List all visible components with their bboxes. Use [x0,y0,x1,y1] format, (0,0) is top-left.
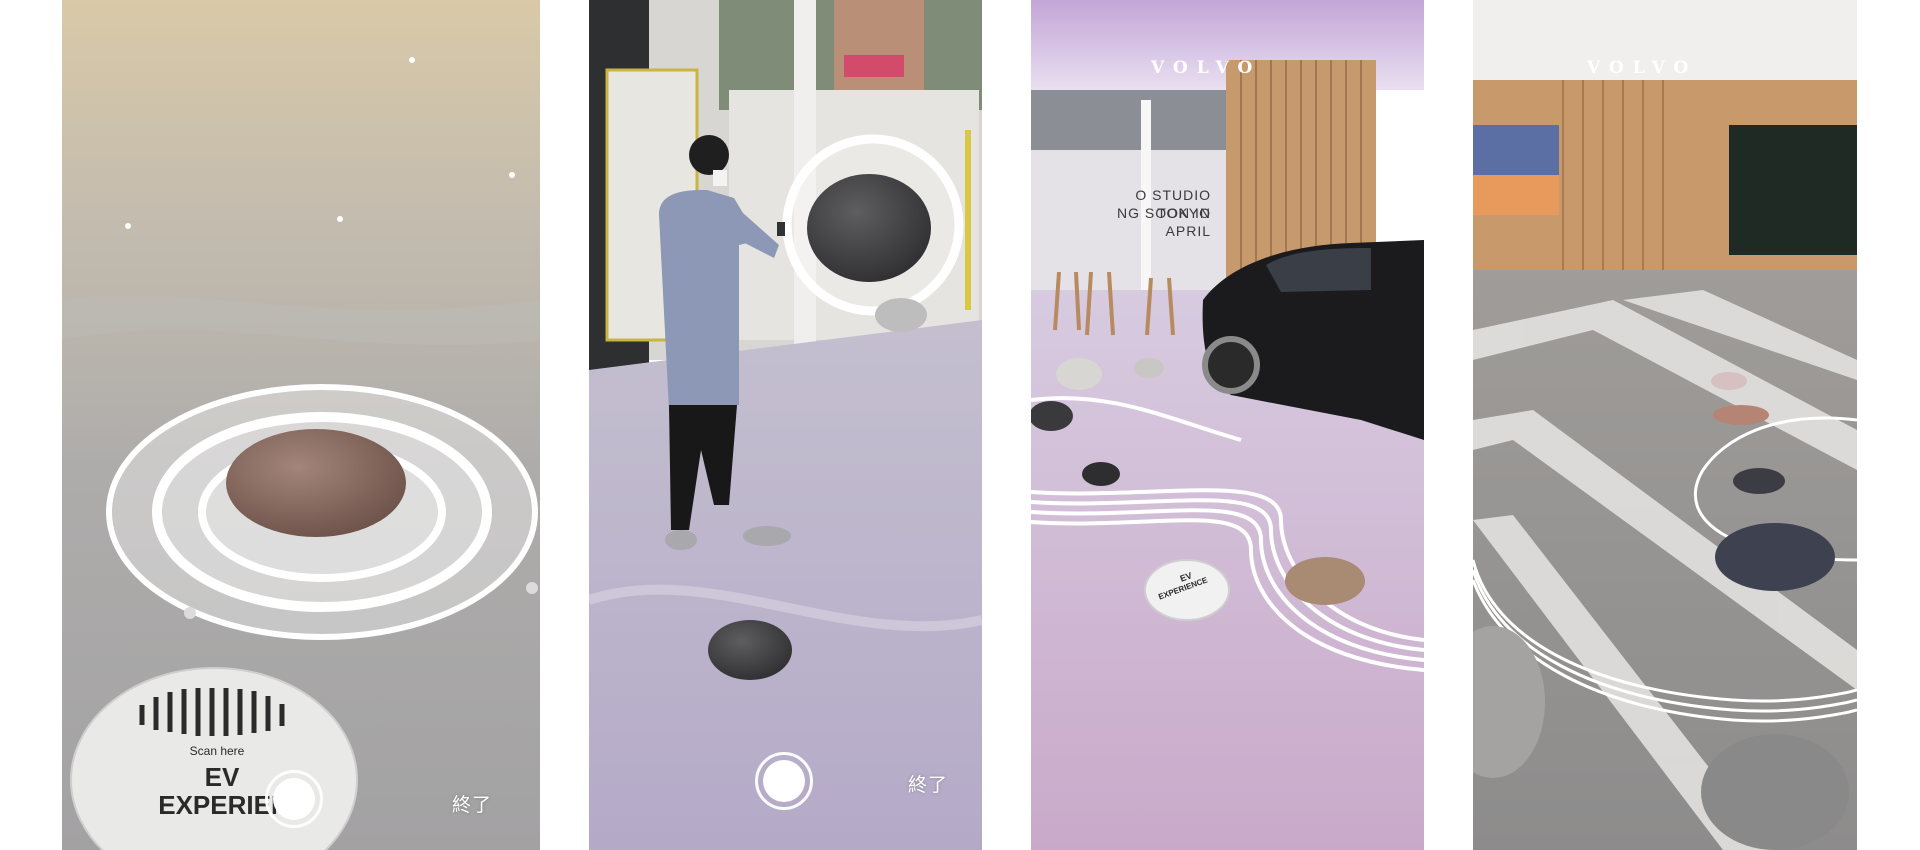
ar-stone [1082,462,1120,486]
ar-scene-3 [1031,0,1424,850]
ar-stone [708,620,792,680]
volvo-brand: VOLVO [1587,58,1698,78]
ar-view-panel-3: VOLVO O STUDIO TOKYO NG SOON IN APRIL EV… [1031,0,1424,850]
ar-scene-4 [1473,0,1857,850]
ar-stone [1733,468,1785,494]
display-screen [1729,125,1857,255]
exit-button[interactable]: 終了 [908,770,948,797]
ar-stone [1711,372,1747,390]
shutter-button[interactable] [755,752,813,810]
ar-stone [226,429,406,537]
marker-scan-label: Scan here [189,744,245,758]
shutter-core [273,778,315,820]
ar-stone [1134,358,1164,378]
ar-view-panel-2: 終了 [589,0,982,850]
ar-stone-floating [807,174,931,282]
ar-view-panel-4: VOLVO [1473,0,1857,850]
shutter-button[interactable] [265,770,323,828]
ar-stone [1701,734,1849,850]
ar-scene-2 [589,0,982,850]
ceiling-light [337,216,343,222]
marker-title-ev: EV [204,762,240,792]
shutter-core [763,760,805,802]
volvo-brand: VOLVO [1151,58,1262,78]
ar-stone [1285,557,1365,605]
ceiling-light [409,57,415,63]
ar-stone [1713,405,1769,425]
ar-stone [1031,401,1073,431]
ar-view-panel-1: Scan here EV EXPERIEN 終了 [62,0,540,850]
ar-stone [1715,523,1835,591]
ar-stone [1056,358,1102,390]
exit-button[interactable]: 終了 [452,790,492,817]
ceiling-light [509,172,515,178]
ceiling-light [125,223,131,229]
ar-scene-1 [62,0,540,850]
ar-stone [875,298,927,332]
wall-sign-line-2: NG SOON IN APRIL [1116,205,1211,239]
